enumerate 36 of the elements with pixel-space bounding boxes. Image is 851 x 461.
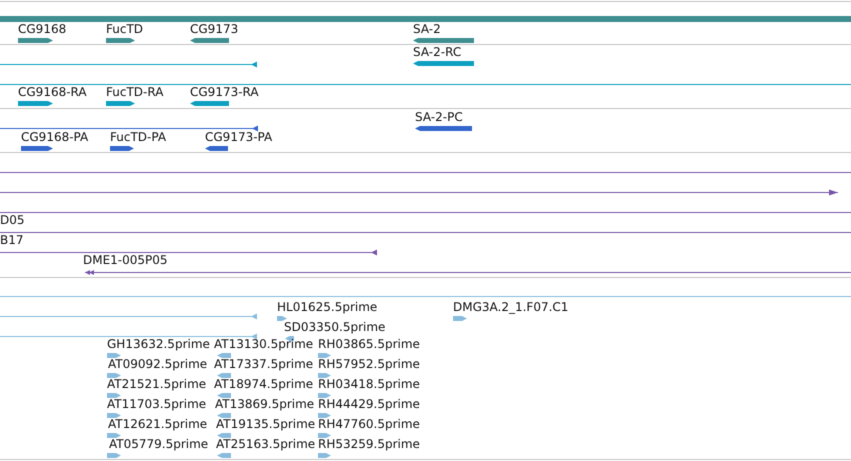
feature-label: CG9173 [190,22,238,36]
feature-label: CG9173-PA [205,130,272,144]
feature-label: AT19135.5prime [216,417,316,431]
feature-label: AT09092.5prime [108,357,208,371]
feature-label: AT18974.5prime [214,377,314,391]
feature-label: AT17337.5prime [214,357,314,371]
feature-label: D05 [0,213,25,227]
feature-label: DMG3A.2_1.F07.C1 [453,300,568,314]
feature-label: AT13869.5prime [215,397,314,411]
feature-label: SD03350.5prime [284,320,386,334]
feature-label: RH03865.5prime [318,337,420,351]
feature-label: HL01625.5prime [277,300,378,314]
feature-label: RH44429.5prime [318,397,420,411]
feature-label: FucTD [106,22,144,36]
feature-label: RH53259.5prime [318,437,420,451]
feature-label: CG9168 [18,22,66,36]
feature-label: GH13632.5prime [107,337,210,351]
feature-label: AT13130.5prime [214,337,314,351]
feature-label: CG9168-RA [18,85,87,99]
feature-label: CG9173-RA [190,85,259,99]
feature-label: DME1-005P05 [83,253,168,267]
feature-label: RH03418.5prime [318,377,420,391]
feature-label: AT11703.5prime [107,397,206,411]
feature-label: AT12621.5prime [108,417,208,431]
feature-label: FucTD-PA [110,130,166,144]
feature-label: AT25163.5prime [216,437,316,451]
feature-label: AT21521.5prime [107,377,206,391]
feature-label: FucTD-RA [106,85,164,99]
feature-label: AT05779.5prime [109,437,208,451]
feature-label: SA-2-RC [413,45,462,59]
feature-label: CG9168-PA [21,130,88,144]
feature-label: SA-2-PC [415,110,463,124]
feature-label: RH57952.5prime [318,357,420,371]
feature-label: SA-2 [413,22,441,36]
feature-label: RH47760.5prime [318,417,420,431]
feature-label: B17 [0,233,24,247]
